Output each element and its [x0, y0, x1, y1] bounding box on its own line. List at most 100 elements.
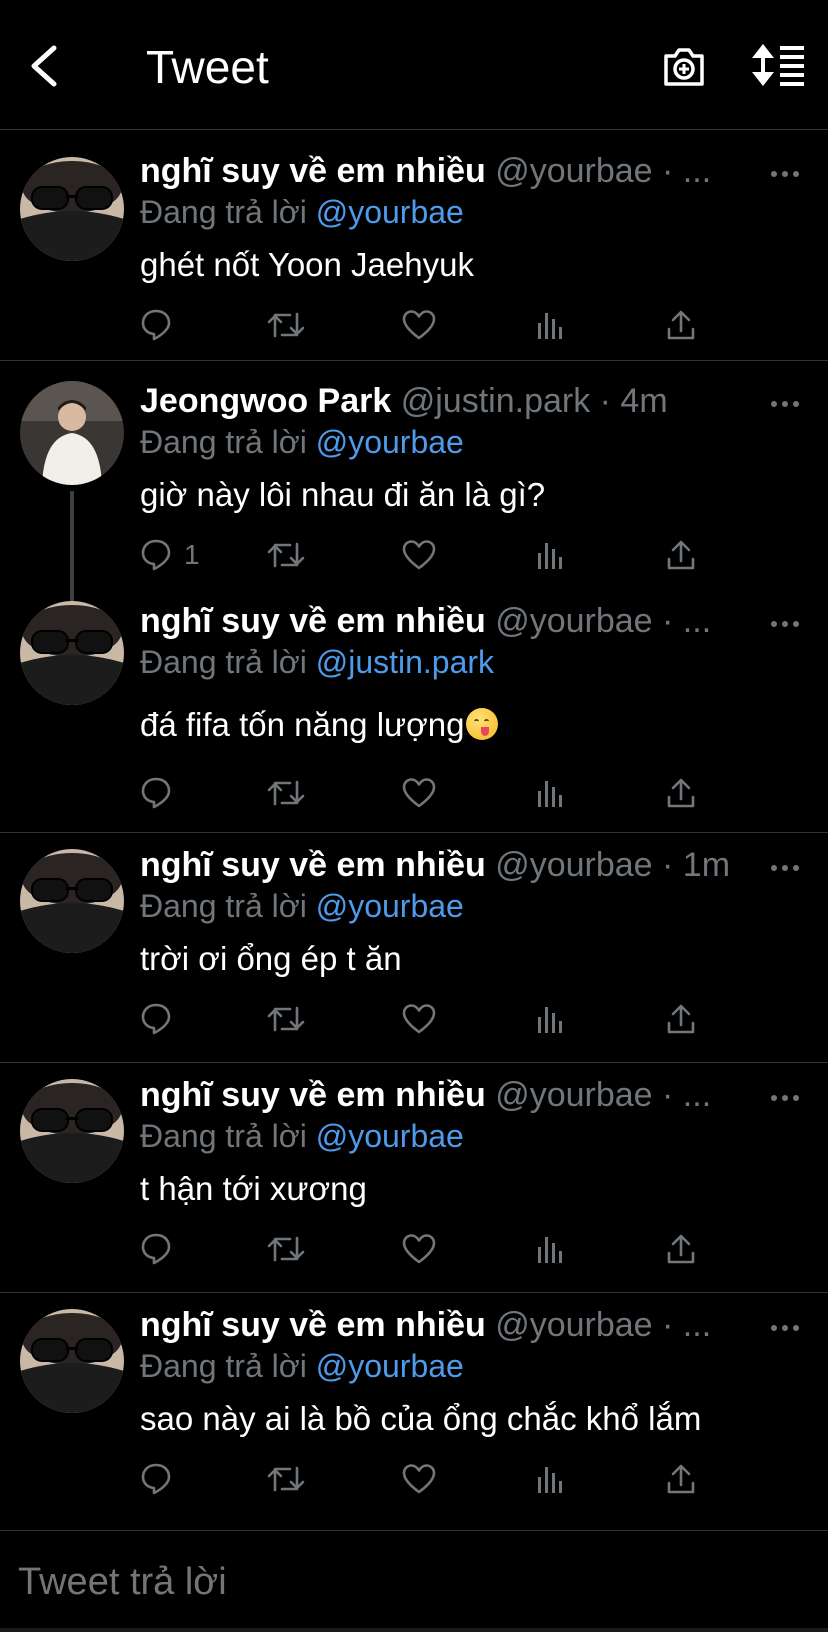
- tweet-item[interactable]: nghĩ suy về em nhiều @yourbae · ... Đang…: [0, 1063, 828, 1293]
- heart-icon: [402, 310, 436, 340]
- share-icon: [667, 1234, 695, 1264]
- replying-to-label: Đang trả lời: [140, 644, 316, 680]
- replying-to: Đang trả lời @yourbae: [140, 1117, 464, 1155]
- tweet-item[interactable]: nghĩ suy về em nhiều @yourbae · 1m Đang …: [0, 833, 828, 1063]
- mention-link[interactable]: @yourbae: [316, 888, 464, 924]
- share-icon: [667, 310, 695, 340]
- reply-button[interactable]: [140, 1231, 184, 1267]
- tweet-item[interactable]: nghĩ suy về em nhiều @yourbae · ... Đang…: [0, 131, 828, 361]
- sort-icon[interactable]: [752, 44, 806, 86]
- avatar[interactable]: [20, 1309, 124, 1413]
- more-icon[interactable]: [770, 1323, 800, 1333]
- analytics-button[interactable]: [536, 307, 564, 343]
- handle-time: @yourbae · 1m: [495, 846, 731, 884]
- more-icon[interactable]: [770, 399, 800, 409]
- analytics-button[interactable]: [536, 1231, 564, 1267]
- heart-icon: [402, 1464, 436, 1494]
- top-bar: Tweet: [0, 0, 828, 130]
- avatar[interactable]: [20, 601, 124, 705]
- mention-link[interactable]: @yourbae: [316, 424, 464, 460]
- share-button[interactable]: [666, 1001, 696, 1037]
- reply-button[interactable]: 1: [140, 537, 200, 573]
- share-icon: [667, 1004, 695, 1034]
- heart-icon: [402, 778, 436, 808]
- like-button[interactable]: [402, 537, 436, 573]
- replying-to-label: Đang trả lời: [140, 1348, 316, 1384]
- tweet-item[interactable]: nghĩ suy về em nhiều @yourbae · ... Đang…: [0, 1293, 828, 1523]
- display-name[interactable]: Jeongwoo Park: [140, 382, 391, 420]
- replying-to-label: Đang trả lời: [140, 1118, 316, 1154]
- share-button[interactable]: [666, 1461, 696, 1497]
- analytics-icon: [538, 543, 562, 569]
- reply-input[interactable]: [18, 1561, 798, 1604]
- mention-link[interactable]: @yourbae: [316, 1118, 464, 1154]
- more-icon[interactable]: [770, 863, 800, 873]
- more-icon[interactable]: [770, 169, 800, 179]
- mention-link[interactable]: @justin.park: [316, 644, 494, 680]
- analytics-button[interactable]: [536, 1461, 564, 1497]
- more-icon[interactable]: [770, 619, 800, 629]
- mention-link[interactable]: @yourbae: [316, 1348, 464, 1384]
- reply-button[interactable]: [140, 1001, 184, 1037]
- replying-to-label: Đang trả lời: [140, 424, 316, 460]
- tweet-text: ghét nốt Yoon Jaehyuk: [140, 246, 474, 283]
- like-button[interactable]: [402, 307, 436, 343]
- share-button[interactable]: [666, 775, 696, 811]
- reply-icon: [141, 1463, 171, 1495]
- reply-icon: [141, 539, 171, 571]
- tweet-actions: [140, 1001, 740, 1037]
- handle-time: @yourbae · ...: [495, 1306, 712, 1344]
- reply-button[interactable]: [140, 1461, 184, 1497]
- like-button[interactable]: [402, 1001, 436, 1037]
- reply-thread: nghĩ suy về em nhiều @yourbae · ... Đang…: [0, 131, 828, 1523]
- analytics-icon: [538, 1237, 562, 1263]
- reply-count: 1: [184, 539, 200, 570]
- avatar[interactable]: [20, 1079, 124, 1183]
- handle-time: @yourbae · ...: [495, 602, 712, 640]
- retweet-button[interactable]: [266, 1461, 306, 1497]
- display-name[interactable]: nghĩ suy về em nhiều: [140, 846, 486, 884]
- analytics-icon: [538, 781, 562, 807]
- retweet-button[interactable]: [266, 537, 306, 573]
- like-button[interactable]: [402, 775, 436, 811]
- avatar[interactable]: [20, 849, 124, 953]
- share-button[interactable]: [666, 537, 696, 573]
- camera-plus-icon[interactable]: [662, 44, 706, 88]
- retweet-button[interactable]: [266, 307, 306, 343]
- analytics-button[interactable]: [536, 537, 564, 573]
- back-icon[interactable]: [26, 44, 66, 88]
- share-button[interactable]: [666, 1231, 696, 1267]
- display-name[interactable]: nghĩ suy về em nhiều: [140, 1306, 486, 1344]
- retweet-button[interactable]: [266, 1001, 306, 1037]
- analytics-icon: [538, 1007, 562, 1033]
- display-name[interactable]: nghĩ suy về em nhiều: [140, 602, 486, 640]
- avatar[interactable]: [20, 381, 124, 485]
- heart-icon: [402, 540, 436, 570]
- reply-button[interactable]: [140, 307, 184, 343]
- more-icon[interactable]: [770, 1093, 800, 1103]
- analytics-icon: [538, 1467, 562, 1493]
- share-button[interactable]: [666, 307, 696, 343]
- mention-link[interactable]: @yourbae: [316, 194, 464, 230]
- tweet-text-content: đá fifa tốn năng lượng: [140, 706, 465, 743]
- display-name[interactable]: nghĩ suy về em nhiều: [140, 152, 486, 190]
- tweet-actions: 1: [140, 537, 740, 573]
- retweet-icon: [267, 780, 305, 806]
- retweet-button[interactable]: [266, 775, 306, 811]
- tweet-item[interactable]: Jeongwoo Park @justin.park · 4m Đang trả…: [0, 361, 828, 611]
- analytics-button[interactable]: [536, 775, 564, 811]
- tweet-item[interactable]: nghĩ suy về em nhiều @yourbae · ... Đang…: [0, 591, 828, 833]
- avatar[interactable]: [20, 157, 124, 261]
- reply-button[interactable]: [140, 775, 184, 811]
- like-button[interactable]: [402, 1231, 436, 1267]
- replying-to-label: Đang trả lời: [140, 194, 316, 230]
- reply-icon: [141, 1003, 171, 1035]
- replying-to: Đang trả lời @justin.park: [140, 643, 494, 681]
- like-button[interactable]: [402, 1461, 436, 1497]
- display-name[interactable]: nghĩ suy về em nhiều: [140, 1076, 486, 1114]
- tweet-text: giờ này lôi nhau đi ăn là gì?: [140, 476, 546, 513]
- tweet-text: sao này ai là bồ của ổng chắc khổ lắm: [140, 1400, 702, 1437]
- analytics-button[interactable]: [536, 1001, 564, 1037]
- retweet-button[interactable]: [266, 1231, 306, 1267]
- tweet-text: t hận tới xương: [140, 1170, 367, 1207]
